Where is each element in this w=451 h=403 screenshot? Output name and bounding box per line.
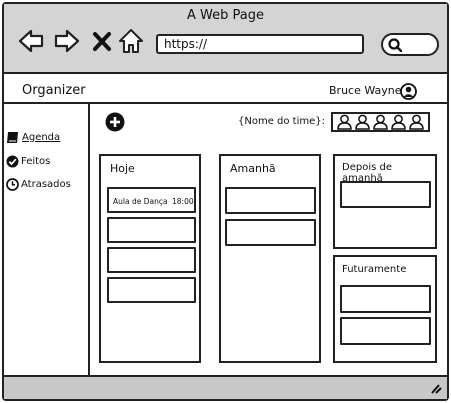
- task-card[interactable]: [340, 181, 431, 208]
- team-member-icon: [337, 114, 352, 130]
- sidebar-item-label: Atrasados: [21, 178, 71, 190]
- status-bar: [4, 375, 447, 399]
- sidebar-item-label: Agenda: [22, 131, 61, 143]
- column-amanha: Amanhã: [219, 154, 321, 363]
- team-name-label: {Nome do time}:: [238, 116, 326, 127]
- team-member-icon: [391, 114, 406, 130]
- column-title: Hoje: [110, 162, 135, 175]
- task-card[interactable]: [107, 277, 196, 303]
- search-field[interactable]: [381, 33, 439, 56]
- task-card[interactable]: [225, 187, 316, 214]
- home-icon[interactable]: [118, 28, 144, 54]
- add-task-button[interactable]: [105, 112, 125, 132]
- task-title: Aula de Dança: [113, 197, 168, 206]
- column-futuramente: Futuramente: [333, 255, 437, 363]
- check-circle-icon: [6, 155, 19, 167]
- window-title: A Web Page: [187, 8, 264, 23]
- column-title: Amanhã: [230, 162, 276, 175]
- forward-arrow-icon[interactable]: [54, 28, 80, 54]
- book-icon: [7, 131, 18, 143]
- team-member-icon: [355, 114, 370, 130]
- user-avatar-icon[interactable]: [400, 83, 417, 100]
- column-depois-de-amanha: Depois de amanhã: [333, 154, 437, 249]
- task-time: 18:00: [172, 197, 194, 206]
- team-members[interactable]: [331, 112, 430, 132]
- sidebar-divider: [88, 104, 90, 375]
- task-card[interactable]: [340, 285, 431, 313]
- back-arrow-icon[interactable]: [18, 28, 44, 54]
- task-card[interactable]: [340, 317, 431, 345]
- sidebar-item-atrasados[interactable]: Atrasados: [6, 176, 71, 192]
- user-name[interactable]: Bruce Wayne: [329, 84, 402, 97]
- task-card[interactable]: Aula de Dança 18:00: [107, 187, 196, 213]
- sidebar-item-label: Feitos: [21, 155, 51, 167]
- task-card[interactable]: [107, 217, 196, 243]
- task-card[interactable]: [225, 219, 316, 246]
- resize-handle-icon[interactable]: [428, 382, 442, 394]
- task-card[interactable]: [107, 247, 196, 273]
- url-input[interactable]: https://: [156, 34, 364, 54]
- sidebar-item-agenda[interactable]: Agenda: [6, 129, 60, 145]
- search-icon: [388, 38, 402, 52]
- team-member-icon: [409, 114, 424, 130]
- column-hoje: Hoje Aula de Dança 18:00: [99, 154, 201, 363]
- sidebar-item-feitos[interactable]: Feitos: [6, 153, 50, 169]
- close-icon[interactable]: [92, 28, 112, 54]
- clock-icon: [6, 177, 19, 191]
- column-title: Futuramente: [342, 264, 407, 275]
- team-member-icon: [373, 114, 388, 130]
- app-title: Organizer: [22, 83, 86, 98]
